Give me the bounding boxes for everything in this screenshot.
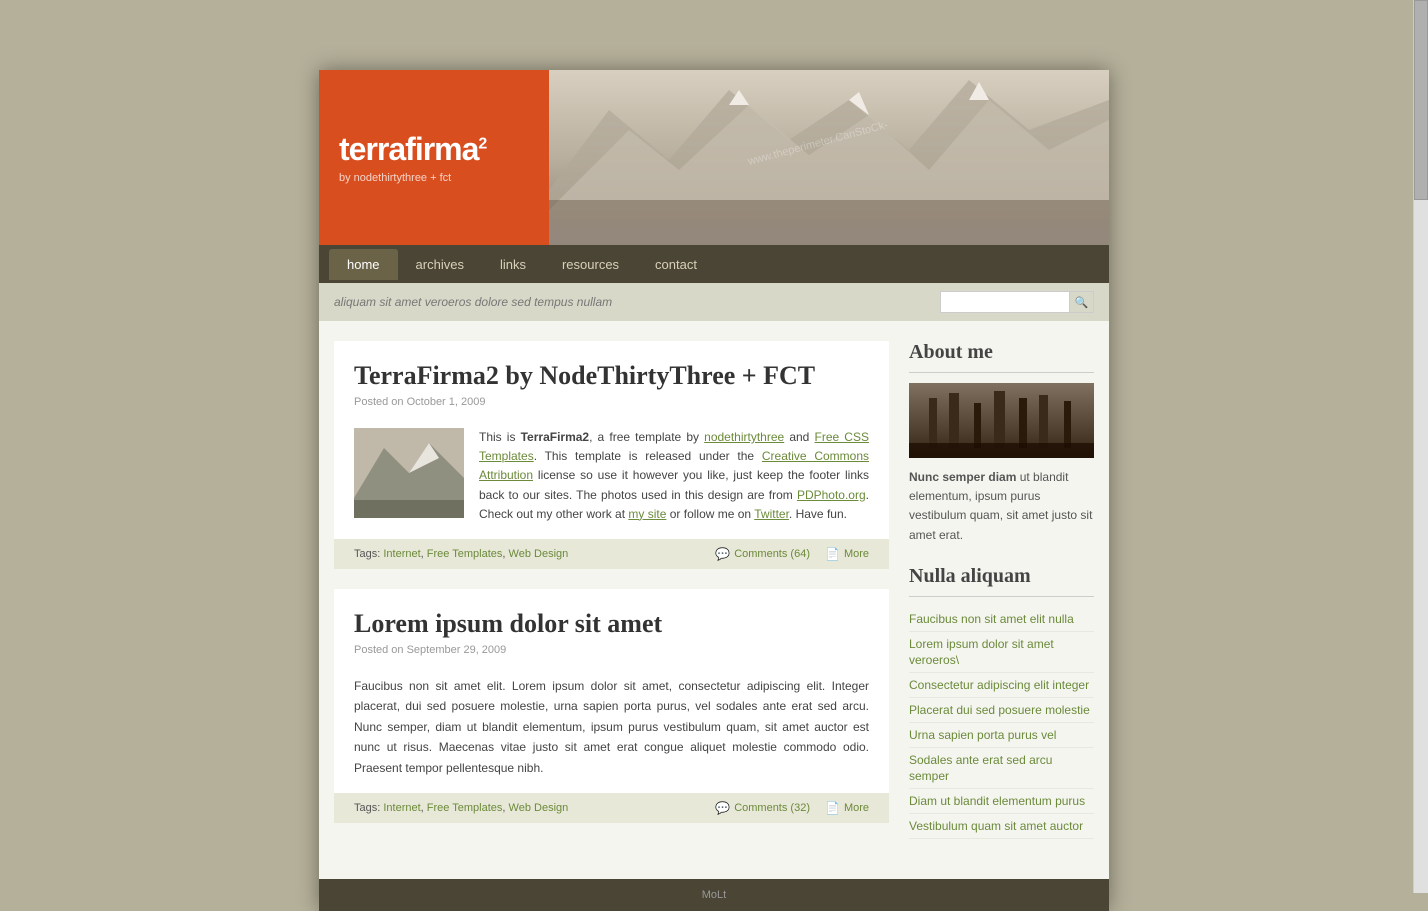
post-1-text: This is TerraFirma2, a free template by … xyxy=(479,428,869,524)
comment-icon-2: 💬 xyxy=(715,801,730,815)
tag-webdesign-2[interactable]: Web Design xyxy=(509,802,569,814)
tag-internet-2[interactable]: Internet xyxy=(383,802,420,814)
search-box: 🔍 xyxy=(940,291,1094,313)
post-2-tags: Tags: Internet, Free Templates, Web Desi… xyxy=(354,802,568,814)
link-mysite[interactable]: my site xyxy=(628,507,666,521)
site-subtitle: by nodethirtythree + fct xyxy=(339,172,529,184)
link-nodethirtythree[interactable]: nodethirtythree xyxy=(704,430,784,444)
post-1-footer: Tags: Internet, Free Templates, Web Desi… xyxy=(334,539,889,569)
header-image: www.theperimeter.CanStoCk- xyxy=(549,70,1109,245)
post-2-more[interactable]: 📄 More xyxy=(825,801,869,815)
post-2-title: Lorem ipsum dolor sit amet xyxy=(354,609,869,639)
post-1-image xyxy=(354,428,464,518)
post-2-date: Posted on September 29, 2009 xyxy=(354,644,869,656)
content-wrapper: TerraFirma2 by NodeThirtyThree + FCT Pos… xyxy=(319,321,1109,879)
nav-archives[interactable]: archives xyxy=(398,249,482,280)
sidebar-link-0[interactable]: Faucibus non sit amet elit nulla xyxy=(909,612,1074,626)
nav-contact[interactable]: contact xyxy=(637,249,715,280)
sidebar-link-1[interactable]: Lorem ipsum dolor sit amet veroeros\ xyxy=(909,637,1054,667)
sidebar-link-6[interactable]: Diam ut blandit elementum purus xyxy=(909,794,1085,808)
scrollbar-thumb[interactable] xyxy=(1414,0,1428,200)
sidebar-link-item: Placerat dui sed posuere molestie xyxy=(909,698,1094,723)
nav-resources[interactable]: resources xyxy=(544,249,637,280)
sidebar-link-2[interactable]: Consectetur adipiscing elit integer xyxy=(909,678,1089,692)
comment-icon-1: 💬 xyxy=(715,547,730,561)
sidebar-link-4[interactable]: Urna sapien porta purus vel xyxy=(909,728,1056,742)
link-cc[interactable]: Creative Commons Attribution xyxy=(479,449,869,482)
tag-freetemplates-1[interactable]: Free Templates xyxy=(427,548,503,560)
link-twitter[interactable]: Twitter xyxy=(754,507,789,521)
sidebar-nulla-title: Nulla aliquam xyxy=(909,565,1094,597)
tagline-bar: aliquam sit amet veroeros dolore sed tem… xyxy=(319,283,1109,321)
sidebar-link-item: Consectetur adipiscing elit integer xyxy=(909,673,1094,698)
sidebar-link-item: Lorem ipsum dolor sit amet veroeros\ xyxy=(909,632,1094,673)
sidebar-link-item: Urna sapien porta purus vel xyxy=(909,723,1094,748)
post-2: Lorem ipsum dolor sit amet Posted on Sep… xyxy=(334,589,889,823)
sidebar-about-title: About me xyxy=(909,341,1094,373)
tag-freetemplates-2[interactable]: Free Templates xyxy=(427,802,503,814)
sidebar-about-image xyxy=(909,383,1094,458)
header-logo: terrafirma2 by nodethirtythree + fct xyxy=(319,70,549,245)
post-2-body: Faucibus non sit amet elit. Lorem ipsum … xyxy=(334,676,889,793)
sidebar-nulla: Nulla aliquam Faucibus non sit amet elit… xyxy=(909,565,1094,839)
post-1-more[interactable]: 📄 More xyxy=(825,547,869,561)
site-title: terrafirma2 xyxy=(339,131,529,168)
post-1-comments[interactable]: 💬 Comments (64) xyxy=(715,547,810,561)
scrollbar-track[interactable] xyxy=(1413,0,1428,893)
post-1-image-inner xyxy=(354,428,464,518)
nav-home[interactable]: home xyxy=(329,249,398,280)
post-1-header: TerraFirma2 by NodeThirtyThree + FCT Pos… xyxy=(334,341,889,428)
post-2-header: Lorem ipsum dolor sit amet Posted on Sep… xyxy=(334,589,889,676)
post-1-title: TerraFirma2 by NodeThirtyThree + FCT xyxy=(354,361,869,391)
post-1: TerraFirma2 by NodeThirtyThree + FCT Pos… xyxy=(334,341,889,569)
post-1-meta-right: 💬 Comments (64) 📄 More xyxy=(715,547,869,561)
sidebar-link-5[interactable]: Sodales ante erat sed arcu semper xyxy=(909,753,1052,783)
sidebar-link-3[interactable]: Placerat dui sed posuere molestie xyxy=(909,703,1090,717)
page-wrapper: terrafirma2 by nodethirtythree + fct xyxy=(319,70,1109,911)
site-footer: MoLt xyxy=(319,879,1109,911)
post-2-footer: Tags: Internet, Free Templates, Web Desi… xyxy=(334,793,889,823)
tag-internet-1[interactable]: Internet xyxy=(383,548,420,560)
page-icon-2: 📄 xyxy=(825,801,840,815)
site-header: terrafirma2 by nodethirtythree + fct xyxy=(319,70,1109,245)
sidebar-about-image-inner xyxy=(909,383,1094,458)
sidebar-link-item: Sodales ante erat sed arcu semper xyxy=(909,748,1094,789)
sidebar-about: About me xyxy=(909,341,1094,545)
search-input[interactable] xyxy=(940,291,1070,313)
search-button[interactable]: 🔍 xyxy=(1070,291,1094,313)
post-1-date: Posted on October 1, 2009 xyxy=(354,396,869,408)
sidebar-about-bio: Nunc semper diam ut blandit elementum, i… xyxy=(909,468,1094,545)
post-2-meta-right: 💬 Comments (32) 📄 More xyxy=(715,801,869,815)
main-content: TerraFirma2 by NodeThirtyThree + FCT Pos… xyxy=(334,341,889,859)
tag-webdesign-1[interactable]: Web Design xyxy=(509,548,569,560)
site-nav: home archives links resources contact xyxy=(319,245,1109,283)
sidebar-link-item: Diam ut blandit elementum purus xyxy=(909,789,1094,814)
sidebar-links: Faucibus non sit amet elit nulla Lorem i… xyxy=(909,607,1094,839)
tagline-text: aliquam sit amet veroeros dolore sed tem… xyxy=(334,295,612,309)
sidebar-link-7[interactable]: Vestibulum quam sit amet auctor xyxy=(909,819,1083,833)
sidebar-link-item: Vestibulum quam sit amet auctor xyxy=(909,814,1094,839)
sidebar-link-item: Faucibus non sit amet elit nulla xyxy=(909,607,1094,632)
link-pdphoto[interactable]: PDPhoto.org xyxy=(797,488,866,502)
post-2-comments[interactable]: 💬 Comments (32) xyxy=(715,801,810,815)
footer-text: MoLt xyxy=(702,889,726,901)
post-1-body: This is TerraFirma2, a free template by … xyxy=(334,428,889,539)
sidebar: About me xyxy=(909,341,1094,859)
page-icon-1: 📄 xyxy=(825,547,840,561)
post-1-tags: Tags: Internet, Free Templates, Web Desi… xyxy=(354,548,568,560)
nav-links[interactable]: links xyxy=(482,249,544,280)
